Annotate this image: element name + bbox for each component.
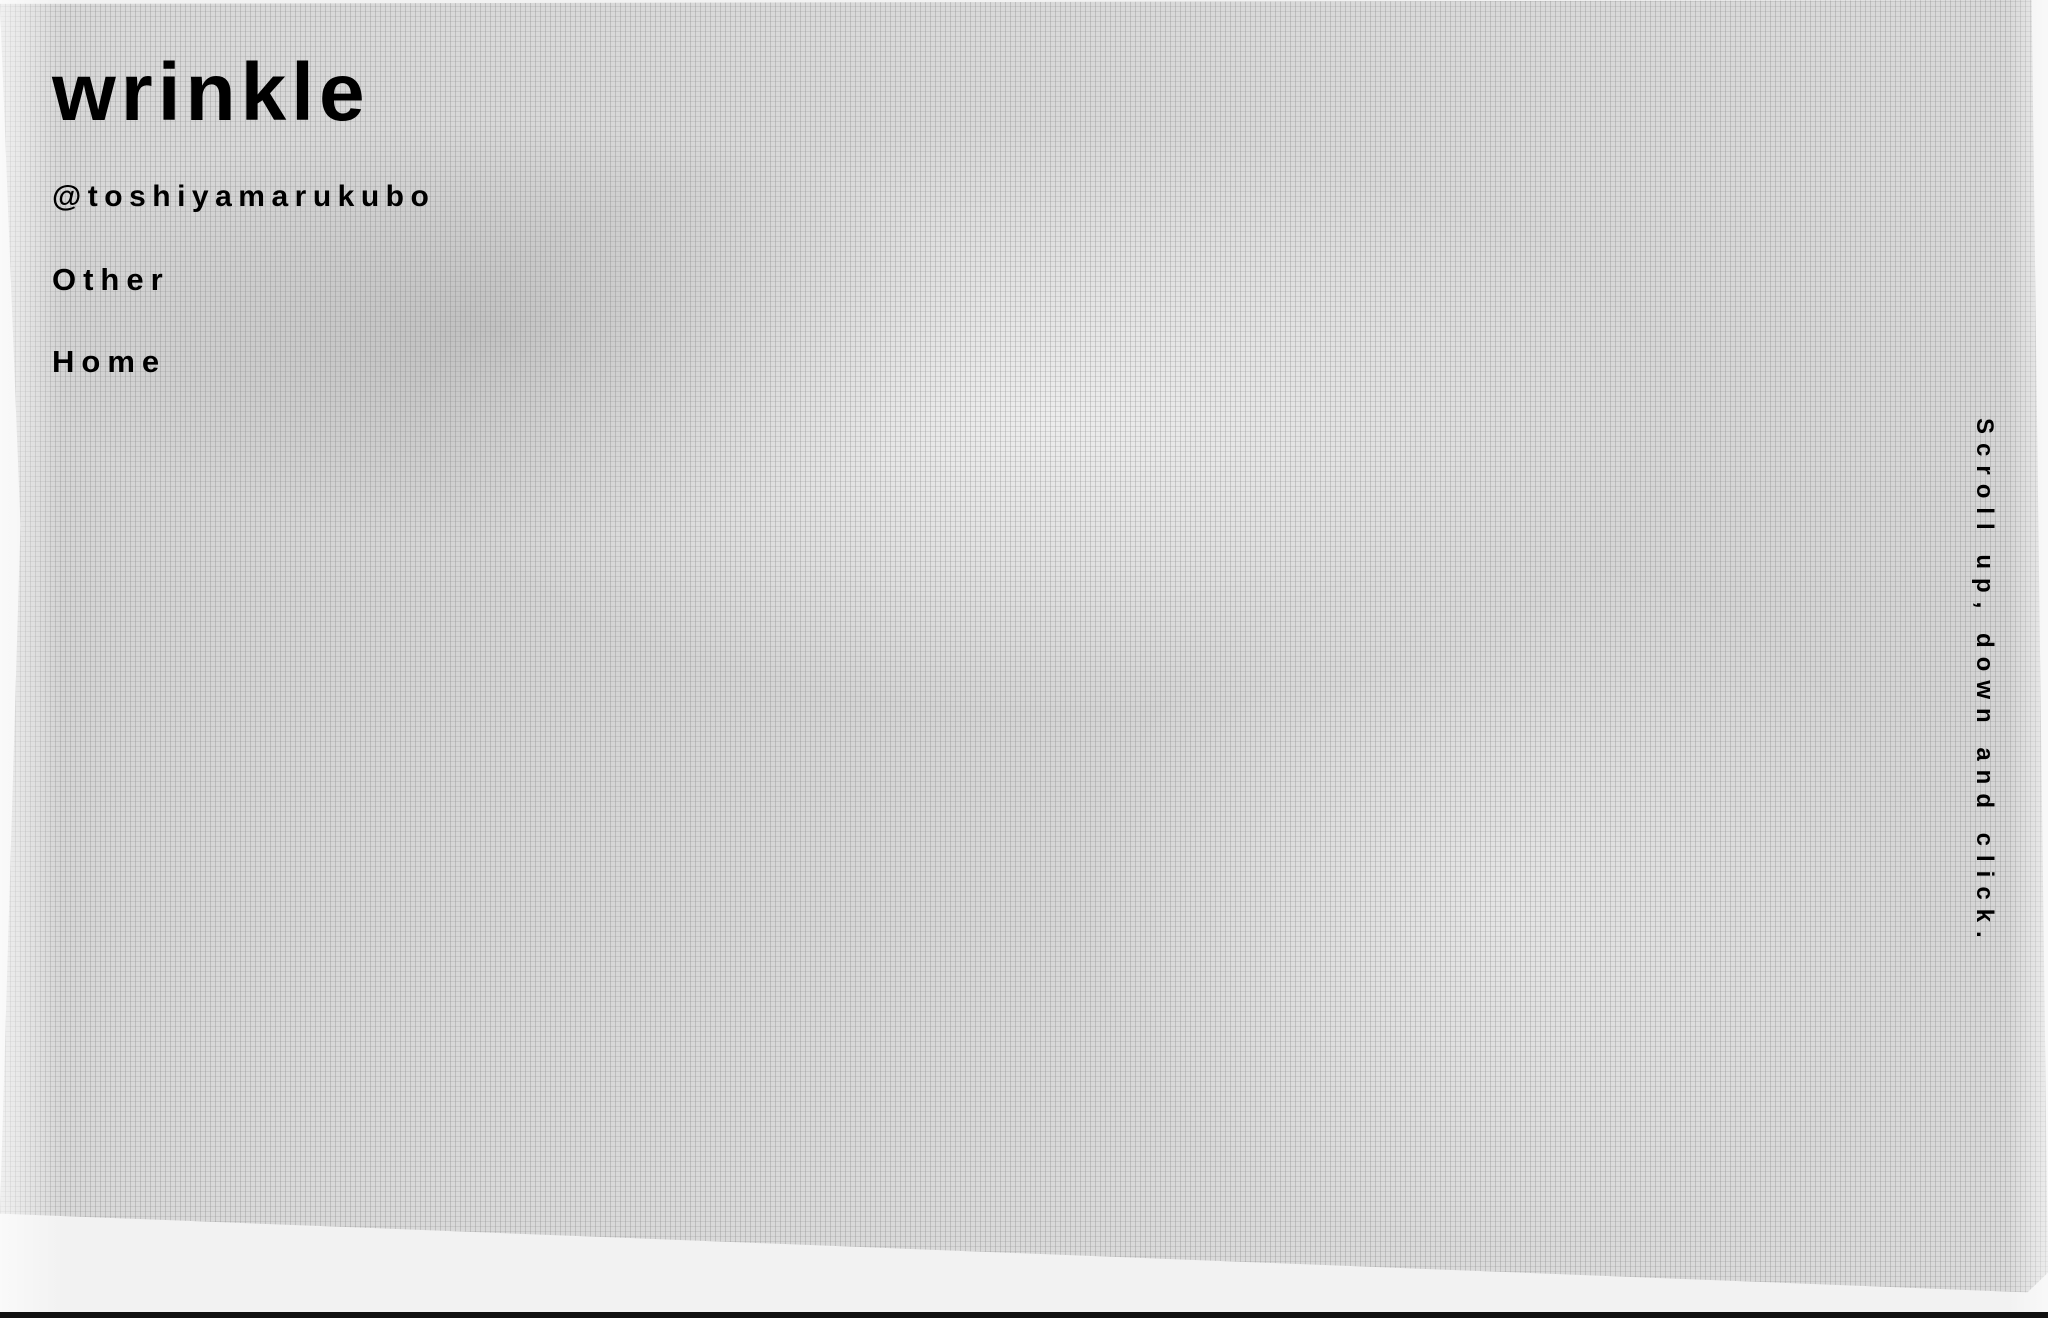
site-nav: wrinkle @toshiyamarukubo Other Home <box>52 47 435 378</box>
other-link[interactable]: Other <box>52 264 435 295</box>
site-title: wrinkle <box>52 47 370 138</box>
scroll-hint: Scroll up, down and click. <box>1971 418 1998 947</box>
page: wrinkle @toshiyamarukubo Other Home Scro… <box>0 0 2048 1318</box>
home-link[interactable]: Home <box>52 346 435 377</box>
author-link[interactable]: @toshiyamarukubo <box>52 182 435 212</box>
bottom-bar <box>0 1312 2048 1318</box>
